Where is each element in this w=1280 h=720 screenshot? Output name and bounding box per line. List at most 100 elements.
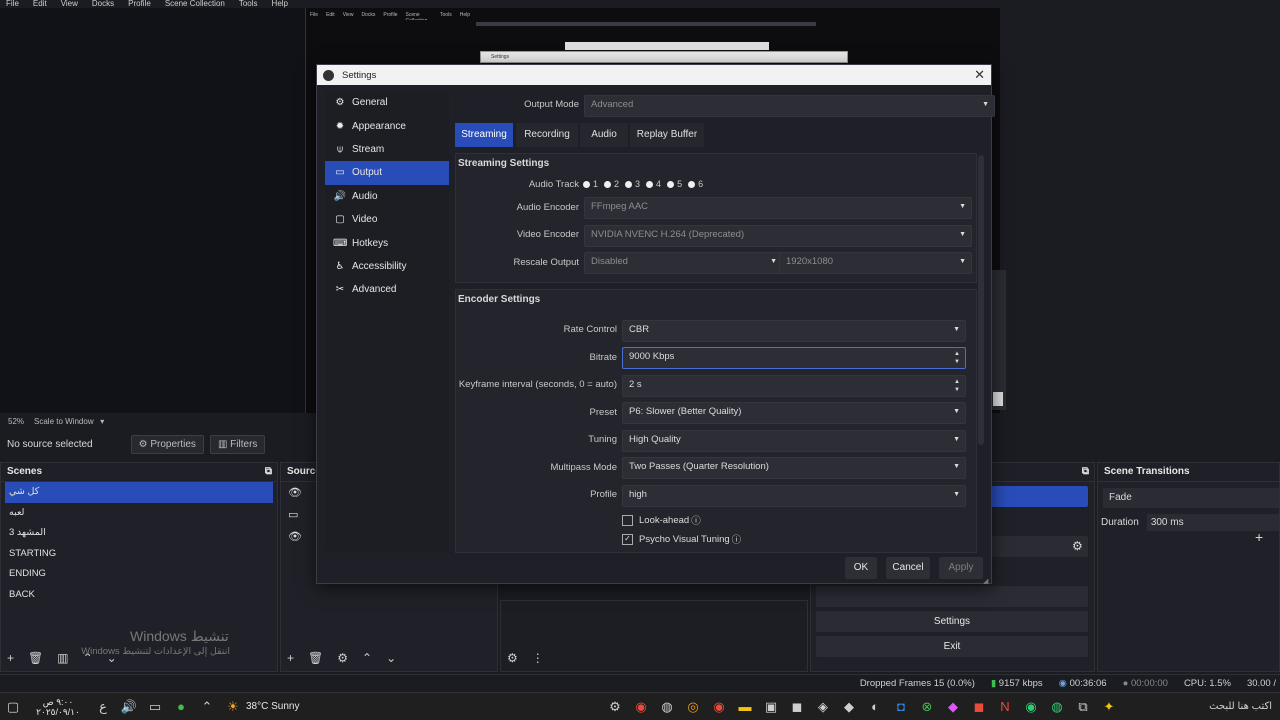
- menu-item[interactable]: View: [343, 12, 354, 20]
- network-icon[interactable]: ▭: [142, 699, 168, 715]
- folder-app-icon[interactable]: ▬: [732, 699, 758, 714]
- obs-app-icon[interactable]: ◉: [628, 699, 654, 715]
- preset-select[interactable]: P6: Slower (Better Quality) ▼: [622, 402, 966, 424]
- menu-item[interactable]: Tools: [440, 12, 452, 20]
- add-icon[interactable]: +: [7, 651, 14, 665]
- steam-app-icon[interactable]: ◍: [654, 699, 680, 715]
- gear-icon[interactable]: ⚙: [1072, 539, 1083, 553]
- scene-item[interactable]: ENDING: [1, 564, 277, 585]
- audio-track-radio[interactable]: 4: [646, 178, 661, 190]
- chrome-app-icon[interactable]: ◉: [706, 699, 732, 715]
- tab-replay-buffer[interactable]: Replay Buffer: [630, 123, 704, 147]
- edge-app-icon[interactable]: ◉: [1018, 699, 1044, 715]
- chat-icon[interactable]: ▢: [0, 699, 26, 715]
- zoom-mode-select[interactable]: Scale to Window ▾: [34, 417, 104, 426]
- scene-item[interactable]: المشهد 3: [1, 523, 277, 544]
- tab-recording[interactable]: Recording: [516, 123, 578, 147]
- cancel-button[interactable]: Cancel: [886, 557, 930, 579]
- menu-item[interactable]: View: [61, 0, 78, 8]
- rescale-output-select[interactable]: Disabled ▼: [584, 252, 783, 274]
- nav-item-video[interactable]: ▢ Video: [325, 208, 449, 231]
- transition-select[interactable]: Fade: [1103, 488, 1279, 508]
- netflix-app-icon[interactable]: N: [992, 699, 1018, 714]
- gear-icon[interactable]: ⚙: [337, 651, 348, 665]
- green-dot-icon[interactable]: ●: [168, 699, 194, 714]
- audio-track-radio[interactable]: 2: [604, 178, 619, 190]
- menu-item[interactable]: Docks: [361, 12, 375, 20]
- settings-app-icon[interactable]: ⚙: [602, 699, 628, 715]
- clock[interactable]: ٩:٠٠ ص ٢٠٢٥/٠٩/١٠: [26, 697, 90, 717]
- nav-item-hotkeys[interactable]: ⌨ Hotkeys: [325, 231, 449, 254]
- menu-item[interactable]: Tools: [239, 0, 258, 8]
- tab-streaming[interactable]: Streaming: [455, 123, 513, 147]
- menu-item[interactable]: Profile: [128, 0, 151, 8]
- audio-track-radio[interactable]: 6: [688, 178, 703, 190]
- add-icon[interactable]: +: [1255, 529, 1263, 545]
- app-icon[interactable]: ◼: [966, 699, 992, 715]
- scene-item[interactable]: كل شي: [5, 482, 273, 503]
- language-indicator[interactable]: ع: [90, 699, 116, 715]
- scene-item[interactable]: STARTING: [1, 544, 277, 565]
- nav-item-audio[interactable]: 🔊 Audio: [325, 185, 449, 208]
- app-icon[interactable]: ◆: [940, 699, 966, 715]
- filters-button[interactable]: ▥ Filters: [209, 434, 266, 454]
- scene-item[interactable]: BACK: [1, 585, 277, 606]
- apply-button[interactable]: Apply: [939, 557, 983, 579]
- copilot-icon[interactable]: ✦: [1096, 699, 1122, 715]
- studio-mode-button[interactable]: [816, 586, 1088, 607]
- more-icon[interactable]: ⋮: [532, 651, 544, 665]
- whatsapp-app-icon[interactable]: ◍: [1044, 699, 1070, 715]
- up-arrow-icon[interactable]: ⌃: [362, 651, 372, 665]
- add-icon[interactable]: +: [287, 651, 294, 665]
- keyframe-interval-spinbox[interactable]: 2 s ▲ ▼: [622, 375, 966, 397]
- rescale-resolution-select[interactable]: 1920x1080 ▼: [779, 252, 972, 274]
- nav-item-general[interactable]: ⚙ General: [325, 91, 449, 114]
- outlook-app-icon[interactable]: ◘: [888, 699, 914, 714]
- menu-item[interactable]: Scene Collection: [165, 0, 225, 8]
- task-view-icon[interactable]: ⧉: [1070, 699, 1096, 715]
- trash-icon[interactable]: 🗑: [28, 651, 43, 665]
- resize-grip-icon[interactable]: ◢: [983, 577, 988, 585]
- start-streaming-button[interactable]: [991, 486, 1088, 507]
- store-app-icon[interactable]: ▣: [758, 699, 784, 715]
- nav-item-stream[interactable]: ⍦ Stream: [325, 138, 449, 161]
- properties-button[interactable]: ⚙ Properties: [130, 434, 204, 454]
- app-icon[interactable]: ◈: [810, 699, 836, 715]
- mixer-settings-icon[interactable]: ⚙: [507, 651, 518, 665]
- volume-icon[interactable]: 🔊: [116, 699, 142, 715]
- menu-item[interactable]: Help: [272, 0, 288, 8]
- filter-icon[interactable]: ▥: [57, 651, 68, 665]
- tuning-select[interactable]: High Quality ▼: [622, 430, 966, 452]
- menu-item[interactable]: Help: [460, 12, 470, 20]
- menu-item[interactable]: File: [6, 0, 19, 8]
- app-icon[interactable]: ◆: [836, 699, 862, 715]
- nav-item-advanced[interactable]: ✂ Advanced: [325, 278, 449, 301]
- video-encoder-select[interactable]: NVIDIA NVENC H.264 (Deprecated) ▼: [584, 225, 972, 247]
- preview-side-handle[interactable]: [993, 392, 1003, 406]
- tab-audio[interactable]: Audio: [580, 123, 628, 147]
- lookahead-checkbox[interactable]: Look-ahead ⓘ: [622, 513, 701, 527]
- xbox-app-icon[interactable]: ⊗: [914, 699, 940, 715]
- menu-item[interactable]: Profile: [383, 12, 397, 20]
- app-icon[interactable]: ◎: [680, 699, 706, 715]
- settings-button[interactable]: Settings: [816, 611, 1088, 632]
- epic-app-icon[interactable]: ◼: [784, 699, 810, 715]
- menu-item[interactable]: Edit: [326, 12, 335, 20]
- menu-item[interactable]: File: [310, 12, 318, 20]
- menu-item[interactable]: Scene Collection: [406, 12, 432, 20]
- multipass-mode-select[interactable]: Two Passes (Quarter Resolution) ▼: [622, 457, 966, 479]
- rate-control-select[interactable]: CBR ▼: [622, 320, 966, 342]
- ok-button[interactable]: OK: [845, 557, 877, 579]
- undock-icon[interactable]: ⧉: [265, 463, 272, 481]
- profile-select[interactable]: high ▼: [622, 485, 966, 507]
- close-icon[interactable]: ✕: [974, 67, 985, 83]
- app-icon[interactable]: ◐: [862, 699, 888, 714]
- down-arrow-icon[interactable]: ⌄: [386, 651, 396, 665]
- nav-item-appearance[interactable]: ✹ Appearance: [325, 114, 449, 137]
- psycho-visual-tuning-checkbox[interactable]: ✓ Psycho Visual Tuning ⓘ: [622, 532, 741, 546]
- undock-icon[interactable]: ⧉: [1082, 463, 1089, 481]
- settings-scrollbar[interactable]: [978, 155, 984, 445]
- output-mode-select[interactable]: Advanced ▼: [584, 95, 995, 117]
- help-icon[interactable]: ⓘ: [691, 513, 701, 527]
- menu-item[interactable]: Docks: [92, 0, 114, 8]
